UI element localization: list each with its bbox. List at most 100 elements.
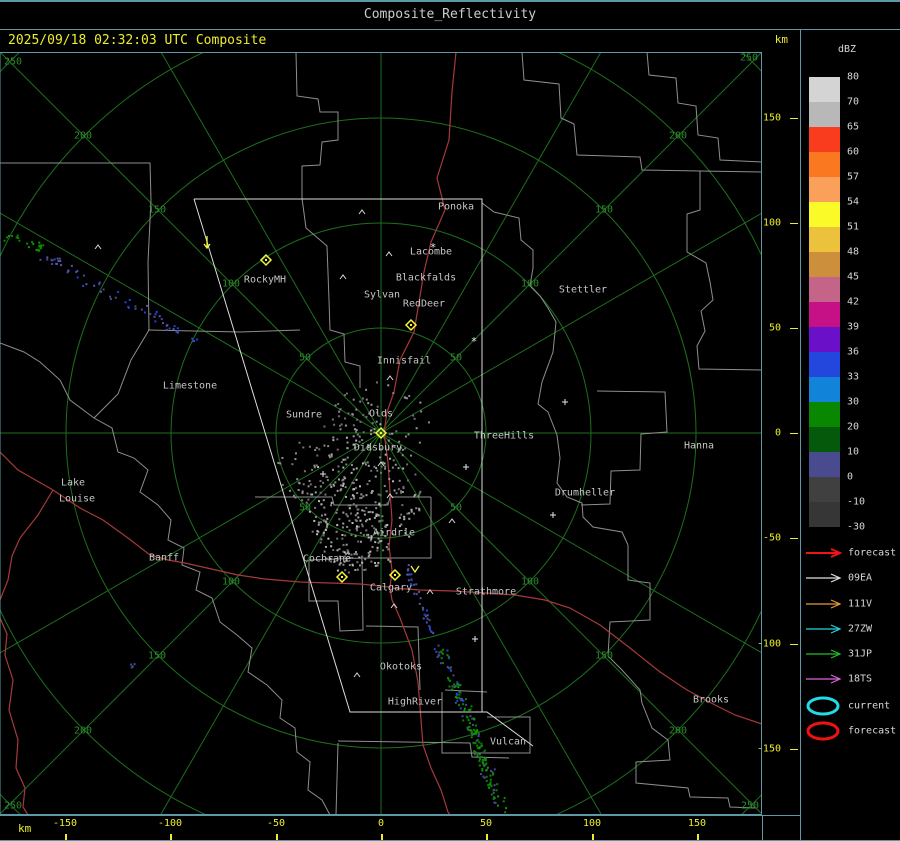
radar-echo <box>488 786 491 789</box>
radar-echo <box>392 459 395 462</box>
radar-echo <box>470 736 473 739</box>
radar-echo <box>354 518 357 521</box>
radar-echo <box>370 433 373 436</box>
radar-echo <box>342 511 345 514</box>
right-axis-tick-label: -100 <box>756 638 781 650</box>
radar-echo <box>454 701 457 704</box>
bottom-axis-tick-label: -150 <box>52 818 78 829</box>
radar-echo <box>352 435 355 438</box>
radar-echo <box>352 495 355 498</box>
radar-echo <box>346 549 349 552</box>
radar-echo <box>459 691 462 694</box>
radar-echo <box>367 402 370 405</box>
radar-echo <box>505 807 508 810</box>
radar-echo <box>395 430 398 433</box>
county-boundary <box>646 52 762 163</box>
radar-echo <box>346 456 349 459</box>
radar-echo <box>51 263 54 266</box>
radar-echo <box>401 454 404 457</box>
county-boundary <box>335 742 339 815</box>
radar-echo <box>296 478 299 481</box>
radar-echo <box>455 693 458 696</box>
radar-echo <box>490 793 493 796</box>
radar-echo <box>323 425 326 428</box>
radar-echo <box>314 485 317 488</box>
dbz-scale-label: 10 <box>847 446 860 458</box>
dbz-scale-label: 30 <box>847 396 860 408</box>
radar-echo <box>361 439 364 442</box>
dbz-swatch <box>809 477 840 502</box>
ring-distance-label: 50 <box>450 353 462 364</box>
radar-echo <box>419 401 422 404</box>
radar-echo <box>67 269 70 272</box>
radar-echo <box>46 258 49 261</box>
radar-echo <box>364 558 367 561</box>
radar-echo <box>476 744 479 747</box>
legend-label: 27ZW <box>848 623 873 635</box>
radar-echo <box>376 564 379 567</box>
dbz-swatch <box>809 277 840 302</box>
radar-echo <box>348 519 351 522</box>
county-boundary <box>147 329 301 333</box>
county-boundary <box>365 625 421 691</box>
radar-echo <box>336 537 339 540</box>
dbz-swatch <box>809 102 840 127</box>
radar-echo <box>441 662 444 665</box>
plus-marker <box>463 464 469 470</box>
radar-echo <box>134 307 137 310</box>
radar-echo <box>326 523 329 526</box>
radar-echo <box>330 501 333 504</box>
radar-echo <box>317 521 320 524</box>
bottom-axis-tick-label: 150 <box>687 818 707 829</box>
radar-echo <box>436 656 439 659</box>
radar-echo <box>165 324 168 327</box>
radar-echo <box>301 499 304 502</box>
radar-echo <box>53 258 56 261</box>
city-label: Okotoks <box>380 662 422 673</box>
radar-echo <box>341 479 344 482</box>
caret-marker <box>94 244 102 250</box>
city-label: Brooks <box>693 695 729 706</box>
radar-echo <box>350 533 353 536</box>
radar-echo <box>375 420 378 423</box>
radar-echo <box>362 414 365 417</box>
radar-echo <box>348 529 351 532</box>
radar-echo <box>359 519 362 522</box>
radar-echo <box>345 543 348 546</box>
radar-echo <box>322 481 325 484</box>
radar-map[interactable]: 50 50 50 50 100 100 100 100 150 150 150 150 200 200 20… <box>0 52 762 815</box>
radar-echo <box>303 470 306 473</box>
storm-cell-ellipse-icon <box>806 696 840 716</box>
radar-echo <box>373 465 376 468</box>
dbz-scale-label: 57 <box>847 171 860 183</box>
radar-echo <box>401 504 404 507</box>
legend-label: forecast <box>848 725 897 737</box>
right-axis-tick-label: 50 <box>768 322 781 334</box>
county-boundary <box>0 342 331 815</box>
radar-echo <box>488 783 491 786</box>
radar-echo <box>35 248 38 251</box>
radar-echo <box>350 464 353 467</box>
radar-echo <box>406 397 409 400</box>
city-label: Sylvan <box>364 290 400 301</box>
radar-echo <box>393 489 396 492</box>
radar-echo <box>446 665 449 668</box>
legend-label: forecast <box>848 547 897 559</box>
city-label: Blackfalds <box>396 273 456 284</box>
radar-echo <box>176 327 179 330</box>
radar-echo <box>162 322 165 325</box>
radar-echo <box>474 753 477 756</box>
radar-echo <box>288 489 291 492</box>
radar-echo <box>493 788 496 791</box>
county-boundary <box>521 52 762 173</box>
radar-echo <box>422 617 425 620</box>
radar-echo <box>361 462 364 465</box>
radar-echo <box>56 257 59 260</box>
ring-distance-label: 100 <box>521 279 539 290</box>
radar-echo <box>355 505 358 508</box>
radar-echo <box>401 490 404 493</box>
radar-echo <box>355 467 358 470</box>
caret-marker <box>385 251 393 257</box>
right-distance-axis: km 150 100 50 0 -50 -100 -150 <box>757 0 800 841</box>
radar-echo <box>467 708 470 711</box>
